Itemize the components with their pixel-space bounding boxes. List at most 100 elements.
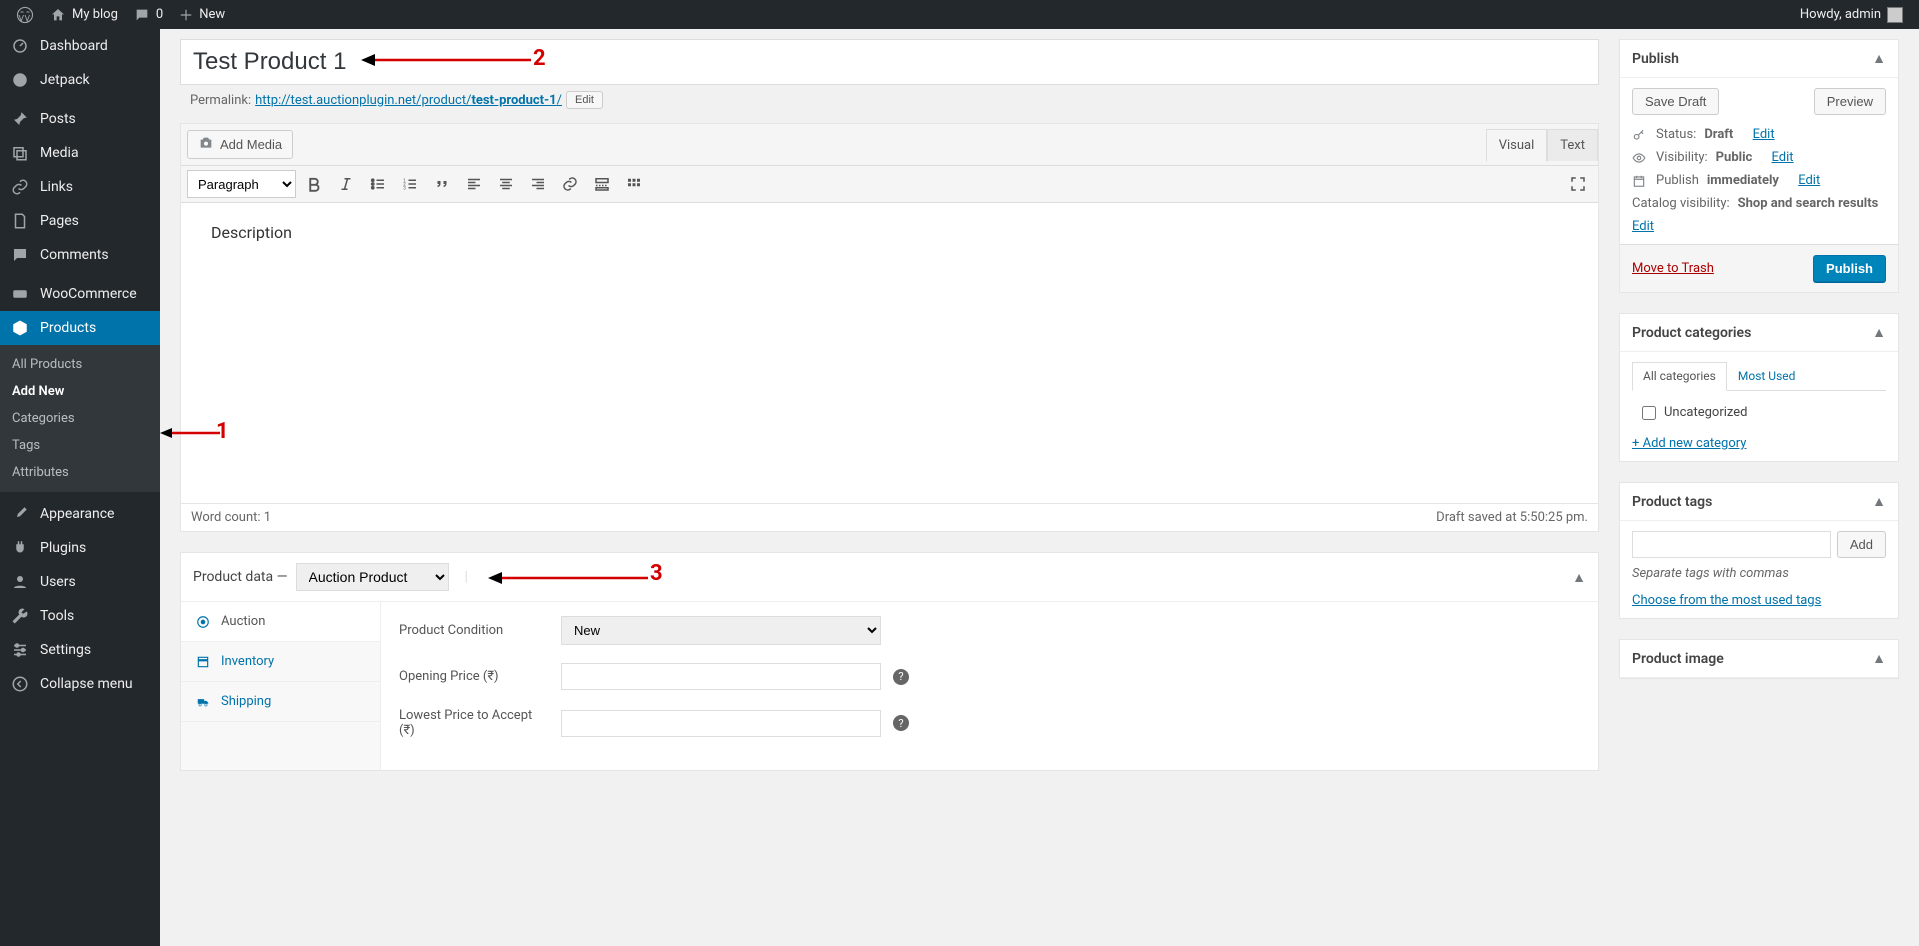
editor-box: Add Media Visual Text Paragraph 123 <box>180 123 1599 532</box>
draft-saved-text: Draft saved at 5:50:25 pm. <box>1436 510 1588 525</box>
admin-sidebar: Dashboard Jetpack Posts Media Links Page… <box>0 29 160 946</box>
product-data-toggle[interactable]: ▲ <box>1572 569 1586 586</box>
categories-toggle[interactable]: ▲ <box>1872 324 1886 341</box>
user-icon <box>10 573 30 591</box>
save-draft-button[interactable]: Save Draft <box>1632 88 1719 115</box>
categories-box: Product categories▲ All categories Most … <box>1619 313 1899 462</box>
collapse-icon <box>10 675 30 693</box>
read-more-button[interactable] <box>588 170 616 198</box>
numbered-list-button[interactable]: 123 <box>396 170 424 198</box>
add-category-link[interactable]: + Add new category <box>1632 436 1746 451</box>
publish-box: Publish▲ Save Draft Preview Status: Draf… <box>1619 39 1899 293</box>
editor-toolbar: Paragraph 123 <box>181 166 1598 203</box>
tag-input[interactable] <box>1632 531 1831 558</box>
brush-icon <box>10 505 30 523</box>
help-icon[interactable]: ? <box>893 669 909 685</box>
submenu-attributes[interactable]: Attributes <box>0 459 160 486</box>
word-count: Word count: 1 <box>191 510 271 525</box>
media-icon <box>10 144 30 162</box>
permalink-link[interactable]: http://test.auctionplugin.net/product/te… <box>255 93 562 108</box>
help-icon[interactable]: ? <box>893 715 909 731</box>
submenu-add-new[interactable]: Add New <box>0 378 160 405</box>
pd-tab-inventory[interactable]: Inventory <box>181 642 380 682</box>
submenu-all-products[interactable]: All Products <box>0 351 160 378</box>
key-icon <box>1632 128 1648 142</box>
add-media-button[interactable]: Add Media <box>187 130 293 159</box>
products-submenu: All Products Add New Categories Tags Att… <box>0 345 160 492</box>
edit-status-link[interactable]: Edit <box>1753 127 1775 142</box>
format-select[interactable]: Paragraph <box>187 170 296 198</box>
sidebar-item-jetpack[interactable]: Jetpack <box>0 63 160 97</box>
lowest-price-input[interactable] <box>561 710 881 737</box>
sidebar-item-users[interactable]: Users <box>0 565 160 599</box>
sidebar-item-media[interactable]: Media <box>0 136 160 170</box>
edit-catalog-link[interactable]: Edit <box>1632 219 1654 234</box>
permalink-edit-button[interactable]: Edit <box>566 91 603 109</box>
sliders-icon <box>10 641 30 659</box>
trash-link[interactable]: Move to Trash <box>1632 261 1714 276</box>
publish-toggle[interactable]: ▲ <box>1872 50 1886 67</box>
preview-button[interactable]: Preview <box>1814 88 1886 115</box>
sidebar-item-tools[interactable]: Tools <box>0 599 160 633</box>
sidebar-item-posts[interactable]: Posts <box>0 102 160 136</box>
choose-tags-link[interactable]: Choose from the most used tags <box>1632 593 1821 608</box>
edit-publish-date-link[interactable]: Edit <box>1798 173 1820 188</box>
category-checkbox[interactable] <box>1642 406 1656 420</box>
align-right-button[interactable] <box>524 170 552 198</box>
product-type-select[interactable]: Auction Product <box>296 563 449 591</box>
woocommerce-icon <box>10 285 30 303</box>
submenu-categories[interactable]: Categories <box>0 405 160 432</box>
new-content-link[interactable]: New <box>171 0 233 29</box>
tags-box: Product tags▲ Add Separate tags with com… <box>1619 482 1899 619</box>
align-center-button[interactable] <box>492 170 520 198</box>
editor-content-area[interactable]: Description <box>181 203 1598 503</box>
avatar <box>1887 7 1903 23</box>
opening-price-input[interactable] <box>561 663 881 690</box>
submenu-tags[interactable]: Tags <box>0 432 160 459</box>
site-name-link[interactable]: My blog <box>42 0 126 29</box>
plug-icon <box>10 539 30 557</box>
bullet-list-button[interactable] <box>364 170 392 198</box>
inventory-icon <box>195 655 211 669</box>
user-greeting[interactable]: Howdy, admin <box>1792 0 1911 29</box>
align-left-button[interactable] <box>460 170 488 198</box>
sidebar-item-woocommerce[interactable]: WooCommerce <box>0 277 160 311</box>
category-item[interactable]: Uncategorized <box>1632 401 1886 424</box>
editor-tab-text[interactable]: Text <box>1547 129 1598 161</box>
publish-button[interactable]: Publish <box>1813 255 1886 282</box>
sidebar-item-comments[interactable]: Comments <box>0 238 160 272</box>
insert-link-button[interactable] <box>556 170 584 198</box>
sidebar-item-settings[interactable]: Settings <box>0 633 160 667</box>
fullscreen-button[interactable] <box>1564 170 1592 198</box>
sidebar-item-links[interactable]: Links <box>0 170 160 204</box>
camera-icon <box>198 135 214 154</box>
comments-link[interactable]: 0 <box>126 0 171 29</box>
sidebar-item-plugins[interactable]: Plugins <box>0 531 160 565</box>
sidebar-item-products[interactable]: Products <box>0 311 160 345</box>
edit-visibility-link[interactable]: Edit <box>1772 150 1794 165</box>
pd-tab-shipping[interactable]: Shipping <box>181 682 380 722</box>
italic-button[interactable] <box>332 170 360 198</box>
wordpress-icon <box>16 6 34 24</box>
page-icon <box>10 212 30 230</box>
sidebar-item-dashboard[interactable]: Dashboard <box>0 29 160 63</box>
cat-tab-all[interactable]: All categories <box>1632 362 1727 391</box>
bold-button[interactable] <box>300 170 328 198</box>
title-input[interactable] <box>181 40 1598 84</box>
add-tag-button[interactable]: Add <box>1837 531 1886 558</box>
wrench-icon <box>10 607 30 625</box>
sidebar-item-appearance[interactable]: Appearance <box>0 497 160 531</box>
tags-toggle[interactable]: ▲ <box>1872 493 1886 510</box>
toolbar-toggle-button[interactable] <box>620 170 648 198</box>
sidebar-item-pages[interactable]: Pages <box>0 204 160 238</box>
eye-icon <box>1632 151 1648 165</box>
sidebar-collapse[interactable]: Collapse menu <box>0 667 160 701</box>
pd-tab-auction[interactable]: Auction <box>181 602 380 642</box>
cat-tab-most[interactable]: Most Used <box>1727 362 1807 390</box>
condition-select[interactable]: New <box>561 616 881 645</box>
wp-logo[interactable] <box>8 0 42 29</box>
editor-tab-visual[interactable]: Visual <box>1486 129 1548 162</box>
link-icon <box>10 178 30 196</box>
image-toggle[interactable]: ▲ <box>1872 650 1886 667</box>
blockquote-button[interactable] <box>428 170 456 198</box>
